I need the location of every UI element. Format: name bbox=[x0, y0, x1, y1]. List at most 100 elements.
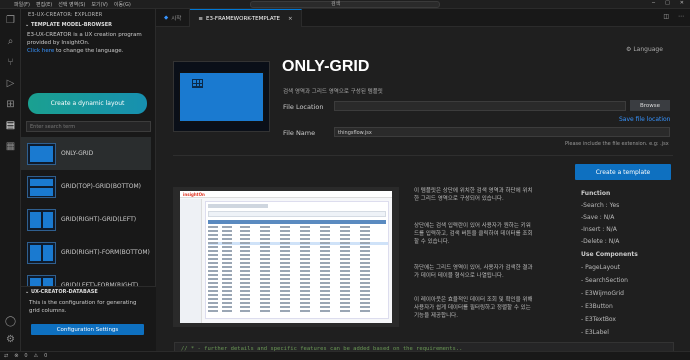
description-paragraph-1: 이 템플릿은 상단에 위치한 검색 영역과 하단에 위치한 그리드 영역으로 구… bbox=[414, 188, 533, 202]
file-location-input[interactable] bbox=[334, 101, 626, 111]
screenshot-grid-row bbox=[208, 254, 388, 257]
run-debug-icon[interactable]: ▷ bbox=[4, 77, 17, 90]
function-title: Function bbox=[581, 190, 611, 197]
screenshot-grid-row bbox=[208, 246, 388, 249]
insighton-logo: insightOn bbox=[183, 192, 205, 197]
screenshot-sidebar bbox=[180, 199, 202, 323]
database-panel: ⌄ UX-CREATOR-DATABASE This is the config… bbox=[21, 286, 156, 351]
source-control-icon[interactable]: ⑂ bbox=[4, 56, 17, 69]
editor-tabs: ◆ 시작 ≡ E3-FRAMEWORK-TEMPLATE × ◫ ⋯ bbox=[156, 9, 690, 27]
change-language-link[interactable]: Click here bbox=[27, 48, 54, 54]
maximize-icon[interactable]: □ bbox=[665, 0, 670, 6]
status-bar: ⇄ ⊗ 0 ⚠ 0 bbox=[0, 351, 690, 360]
ux-creator-icon[interactable]: ▤ bbox=[4, 119, 17, 132]
screenshot-grid-row bbox=[208, 290, 388, 293]
template-thumbnail bbox=[27, 142, 56, 165]
template-item-grid-right-form-bottom[interactable]: GRID(RIGHT)-FORM(BOTTOM) bbox=[21, 236, 151, 269]
database-description: This is the configuration for generating… bbox=[29, 300, 137, 314]
screenshot-grid-row bbox=[208, 298, 388, 301]
template-thumbnail bbox=[27, 241, 56, 264]
screenshot-grid-row bbox=[208, 270, 388, 273]
template-title: ONLY-GRID bbox=[282, 58, 370, 75]
file-name-input[interactable]: thingsflow.jsx bbox=[334, 127, 670, 137]
code-comment-block: // * - further details and specific feat… bbox=[174, 342, 674, 351]
window-controls: ─ □ ✕ bbox=[652, 0, 684, 6]
more-actions-icon[interactable]: ⋯ bbox=[678, 13, 684, 20]
component-item: - E3Label bbox=[581, 329, 609, 336]
error-count: 0 bbox=[24, 353, 28, 359]
screenshot-topbar: insightOn bbox=[180, 191, 392, 198]
menu-selection[interactable]: 선택 영역(S) bbox=[58, 1, 85, 8]
screenshot-grid-row bbox=[208, 274, 388, 277]
screenshot-grid-row bbox=[208, 250, 388, 253]
menu-file[interactable]: 파일(F) bbox=[14, 1, 30, 8]
command-search[interactable]: 검색 bbox=[250, 1, 440, 8]
screenshot-grid-row bbox=[208, 294, 388, 297]
template-item-only-grid[interactable]: ONLY-GRID bbox=[21, 137, 151, 170]
extensions-icon[interactable]: ⊞ bbox=[4, 98, 17, 111]
menu-edit[interactable]: 편집(E) bbox=[36, 1, 52, 8]
component-item: - E3WijmoGrid bbox=[581, 290, 624, 297]
screenshot-grid-row bbox=[208, 306, 388, 309]
template-item-grid-right-grid-left[interactable]: GRID(RIGHT)-GRID(LEFT) bbox=[21, 203, 151, 236]
save-file-location-link[interactable]: Save file location bbox=[619, 116, 671, 123]
close-tab-icon[interactable]: × bbox=[288, 16, 293, 22]
template-item-grid-top-grid-bottom[interactable]: GRID(TOP)-GRID(BOTTOM) bbox=[21, 170, 151, 203]
function-save: -Save : N/A bbox=[581, 214, 615, 221]
section-header-template-browser[interactable]: ⌄ TEMPLATE MODEL-BROWSER bbox=[21, 20, 155, 29]
template-search-input[interactable]: Enter search term bbox=[26, 121, 151, 132]
tab-start[interactable]: ◆ 시작 bbox=[156, 9, 191, 27]
configuration-settings-button[interactable]: Configuration Settings bbox=[31, 324, 144, 335]
warning-icon[interactable]: ⚠ bbox=[34, 353, 38, 359]
component-item: - E3TextBox bbox=[581, 316, 616, 323]
screenshot-grid-row bbox=[208, 230, 388, 233]
template-label: ONLY-GRID bbox=[61, 150, 94, 157]
screenshot-page: insightOn bbox=[180, 191, 392, 323]
menu-view[interactable]: 보기(V) bbox=[91, 1, 108, 8]
component-item: - E3Button bbox=[581, 303, 613, 310]
screenshot-grid-row bbox=[208, 238, 388, 241]
create-template-button[interactable]: Create a template bbox=[575, 164, 671, 180]
screenshot-grid-row bbox=[208, 234, 388, 237]
template-screenshot: insightOn bbox=[173, 187, 399, 327]
section-header-database[interactable]: ⌄ UX-CREATOR-DATABASE bbox=[21, 287, 156, 296]
screenshot-grid-row bbox=[208, 302, 388, 305]
minimize-icon[interactable]: ─ bbox=[652, 0, 655, 6]
description-paragraph-4: 이 레이아웃은 효율적인 데이터 조회 및 확인을 위해 사용자가 쉽게 데이터… bbox=[414, 297, 533, 319]
menu-go[interactable]: 이동(G) bbox=[114, 1, 131, 8]
screenshot-grid-row bbox=[208, 286, 388, 289]
vscode-icon: ◆ bbox=[164, 15, 169, 21]
close-icon[interactable]: ✕ bbox=[680, 0, 684, 6]
grid-icon[interactable]: ▦ bbox=[4, 140, 17, 153]
language-button[interactable]: ⚙ Language bbox=[626, 46, 663, 53]
title-bar: 파일(F) 편집(E) 선택 영역(S) 보기(V) 이동(G) 검색 ─ □ … bbox=[0, 0, 690, 9]
component-item: - SearchSection bbox=[581, 277, 628, 284]
gear-icon[interactable]: ⚙ bbox=[4, 333, 17, 346]
split-editor-icon[interactable]: ◫ bbox=[663, 13, 669, 20]
remote-icon[interactable]: ⇄ bbox=[4, 353, 8, 359]
create-dynamic-layout-button[interactable]: Create a dynamic layout bbox=[28, 93, 147, 114]
menu-bar: 파일(F) 편집(E) 선택 영역(S) 보기(V) 이동(G) bbox=[0, 1, 131, 8]
template-label: GRID(RIGHT)-GRID(LEFT) bbox=[61, 216, 137, 223]
screenshot-grid-row bbox=[208, 258, 388, 261]
screenshot-heading bbox=[208, 204, 268, 208]
description-paragraph-3: 하단에는 그리드 영역이 있어, 사용자가 검색한 결과가 데이터 테이블 형식… bbox=[414, 265, 533, 279]
template-thumbnail bbox=[27, 208, 56, 231]
account-icon[interactable]: ◯ bbox=[4, 315, 17, 328]
screenshot-grid-row bbox=[208, 266, 388, 269]
template-label: GRID(TOP)-GRID(BOTTOM) bbox=[61, 183, 142, 190]
template-label: GRID(RIGHT)-FORM(BOTTOM) bbox=[61, 249, 150, 256]
browse-button[interactable]: Browse bbox=[630, 100, 670, 111]
template-list: ONLY-GRID GRID(TOP)-GRID(BOTTOM) GRID(RI… bbox=[21, 137, 151, 302]
search-icon[interactable]: ⌕ bbox=[4, 35, 17, 48]
screenshot-grid-header bbox=[208, 220, 386, 224]
tab-e3-framework-template[interactable]: ≡ E3-FRAMEWORK-TEMPLATE × bbox=[190, 9, 302, 27]
explorer-icon[interactable]: ❐ bbox=[4, 14, 17, 27]
divider bbox=[173, 155, 673, 156]
screenshot-grid-row bbox=[208, 278, 388, 281]
file-name-hint: Please include the file extension. e.g: … bbox=[565, 141, 669, 147]
error-icon[interactable]: ⊗ bbox=[14, 353, 18, 359]
function-search: -Search : Yes bbox=[581, 202, 620, 209]
preview-icon: ≡ bbox=[198, 15, 203, 22]
screenshot-grid-row bbox=[208, 282, 388, 285]
